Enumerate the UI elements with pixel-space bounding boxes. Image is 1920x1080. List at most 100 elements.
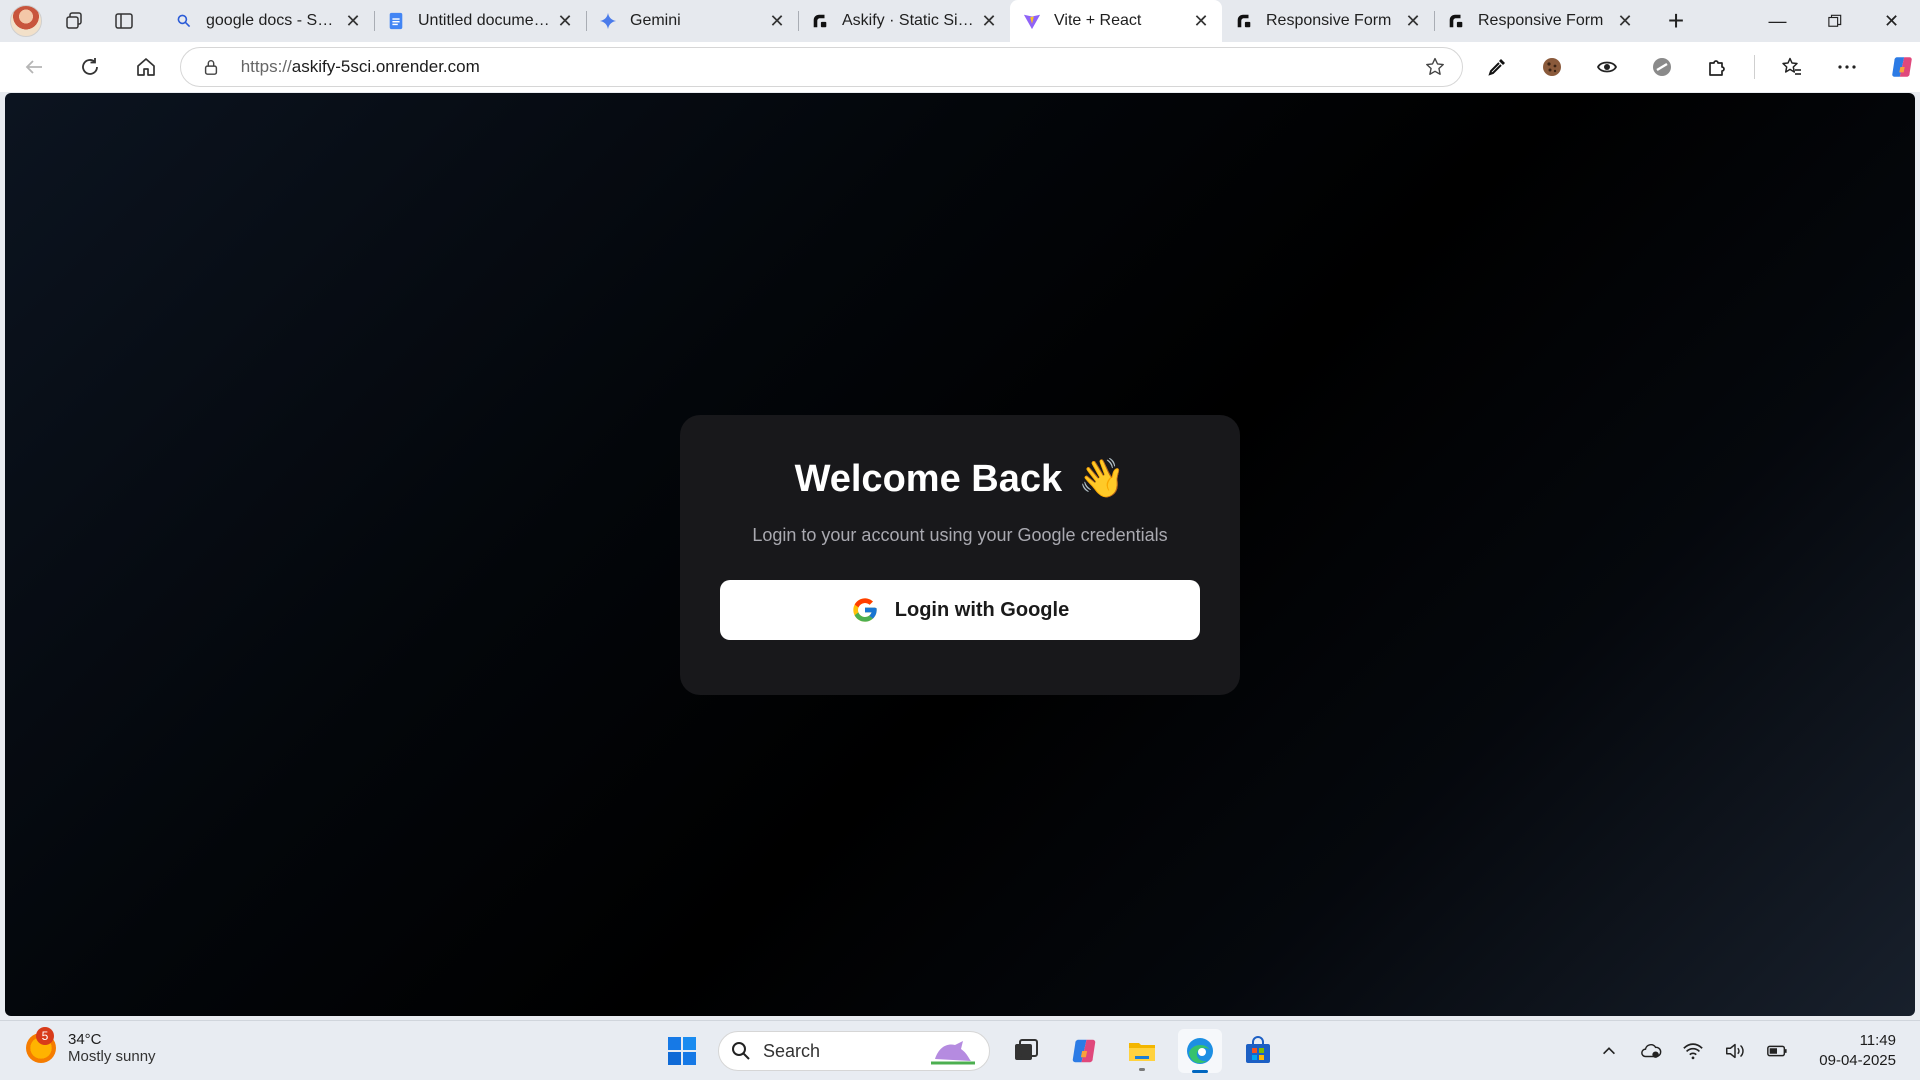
browser-toolbar: https://askify-5sci.onrender.com bbox=[0, 42, 1920, 92]
tab-title: Gemini bbox=[630, 12, 681, 29]
page-viewport: Welcome Back 👋 Login to your account usi… bbox=[5, 93, 1915, 1016]
favorite-star-icon[interactable] bbox=[1422, 54, 1448, 80]
login-button-label: Login with Google bbox=[894, 598, 1070, 621]
gemini-icon bbox=[598, 11, 618, 31]
tab-responsive-form[interactable]: Responsive Form ✕ bbox=[1222, 0, 1434, 42]
weather-temp: 34°C bbox=[68, 1031, 102, 1048]
render-icon bbox=[1446, 11, 1466, 31]
close-icon: ✕ bbox=[1883, 10, 1900, 31]
weather-badge: 5 bbox=[36, 1027, 54, 1045]
login-with-google-button[interactable]: Login with Google bbox=[720, 580, 1200, 640]
tab-vite-react[interactable]: Vite + React ✕ bbox=[1010, 0, 1222, 42]
tab-askify-render[interactable]: Askify · Static Site · Render ✕ bbox=[798, 0, 1010, 42]
refresh-button[interactable] bbox=[68, 47, 112, 87]
favorites-icon bbox=[1782, 57, 1801, 75]
tab-responsive-form-2[interactable]: Responsive Form ✕ bbox=[1434, 0, 1646, 42]
workspaces-button[interactable] bbox=[56, 5, 92, 37]
window-controls: — ✕ bbox=[1749, 0, 1920, 42]
clock-date: 09-04-2025 bbox=[1819, 1052, 1896, 1069]
extensions-button[interactable] bbox=[1699, 49, 1735, 85]
tab-untitled-document[interactable]: Untitled document - Google Docs ✕ bbox=[374, 0, 586, 42]
wifi-button[interactable] bbox=[1681, 1039, 1705, 1063]
battery-icon bbox=[1767, 1045, 1787, 1057]
new-tab-button[interactable]: + bbox=[1654, 5, 1698, 37]
tab-google-docs-search[interactable]: google docs - Search ✕ bbox=[162, 0, 374, 42]
onedrive-button[interactable] bbox=[1639, 1039, 1663, 1063]
copilot-button[interactable] bbox=[1884, 49, 1920, 85]
tab-strip-left bbox=[0, 0, 162, 42]
plus-icon: + bbox=[1667, 5, 1685, 36]
show-hidden-icons-button[interactable] bbox=[1597, 1039, 1621, 1063]
start-button[interactable] bbox=[660, 1029, 704, 1073]
battery-button[interactable] bbox=[1765, 1039, 1789, 1063]
volume-button[interactable] bbox=[1723, 1039, 1747, 1063]
close-icon[interactable]: ✕ bbox=[1190, 10, 1212, 32]
favorites-button[interactable] bbox=[1774, 49, 1810, 85]
cookie-icon bbox=[1543, 58, 1561, 76]
file-explorer-app[interactable] bbox=[1120, 1029, 1164, 1073]
lock-icon[interactable] bbox=[199, 55, 223, 79]
url-text[interactable]: https://askify-5sci.onrender.com bbox=[241, 57, 1422, 77]
cookie-extension[interactable] bbox=[1534, 49, 1570, 85]
browser-tab-strip: google docs - Search ✕ Untitled document… bbox=[0, 0, 1920, 42]
copilot-icon bbox=[1892, 57, 1912, 77]
weather-widget[interactable]: 5 34°C Mostly sunny bbox=[26, 1027, 156, 1065]
close-icon[interactable]: ✕ bbox=[1402, 10, 1424, 32]
address-bar[interactable]: https://askify-5sci.onrender.com bbox=[179, 47, 1463, 87]
system-tray: 11:49 09-04-2025 bbox=[1597, 1031, 1896, 1071]
copilot-app[interactable] bbox=[1062, 1029, 1106, 1073]
tab-gemini[interactable]: Gemini ✕ bbox=[586, 0, 798, 42]
close-icon[interactable]: ✕ bbox=[766, 10, 788, 32]
search-icon bbox=[732, 1042, 750, 1060]
close-icon[interactable]: ✕ bbox=[978, 10, 1000, 32]
tab-list: google docs - Search ✕ Untitled document… bbox=[162, 0, 1646, 42]
task-view-button[interactable] bbox=[1004, 1029, 1048, 1073]
close-icon[interactable]: ✕ bbox=[342, 10, 364, 32]
settings-menu-button[interactable] bbox=[1829, 49, 1865, 85]
tab-actions-button[interactable] bbox=[106, 5, 142, 37]
microsoft-store-app[interactable] bbox=[1236, 1029, 1280, 1073]
chevron-up-icon bbox=[1603, 1047, 1616, 1055]
system-clock[interactable]: 11:49 09-04-2025 bbox=[1819, 1031, 1896, 1071]
copilot-icon bbox=[1072, 1039, 1096, 1063]
close-icon[interactable]: ✕ bbox=[554, 10, 576, 32]
tab-title: Untitled document - Google Docs bbox=[418, 12, 554, 29]
restore-button[interactable] bbox=[1806, 0, 1863, 42]
tab-title: Askify · Static Site · Render bbox=[842, 12, 978, 29]
store-icon bbox=[1246, 1036, 1270, 1063]
back-arrow-icon bbox=[25, 60, 42, 74]
close-icon[interactable]: ✕ bbox=[1614, 10, 1636, 32]
toolbar-separator bbox=[1754, 55, 1755, 79]
weather-text: 34°C Mostly sunny bbox=[68, 1031, 156, 1065]
minimize-button[interactable]: — bbox=[1749, 0, 1806, 42]
render-icon bbox=[810, 11, 830, 31]
waving-hand-icon: 👋 bbox=[1078, 458, 1126, 500]
close-window-button[interactable]: ✕ bbox=[1863, 0, 1920, 42]
docs-icon bbox=[386, 11, 406, 31]
weather-condition: Mostly sunny bbox=[68, 1048, 156, 1065]
url-scheme: https:// bbox=[240, 57, 292, 76]
minimize-icon: — bbox=[1768, 10, 1787, 31]
workspaces-icon bbox=[66, 12, 82, 29]
reader-extension[interactable] bbox=[1589, 49, 1625, 85]
back-button[interactable] bbox=[12, 47, 56, 87]
home-button[interactable] bbox=[124, 47, 168, 87]
wifi-icon bbox=[1683, 1043, 1704, 1060]
profile-avatar[interactable] bbox=[10, 5, 42, 37]
blocker-extension[interactable] bbox=[1644, 49, 1680, 85]
toolbar-extensions bbox=[1479, 49, 1920, 85]
edge-browser-app[interactable] bbox=[1178, 1029, 1222, 1073]
eyedropper-icon bbox=[1488, 59, 1505, 76]
tab-title: Responsive Form bbox=[1266, 12, 1392, 29]
puzzle-icon bbox=[1709, 60, 1725, 76]
taskbar-search[interactable]: Search bbox=[718, 1031, 990, 1071]
render-icon bbox=[1234, 11, 1254, 31]
color-picker-extension[interactable] bbox=[1479, 49, 1515, 85]
windows-taskbar: 5 34°C Mostly sunny Search 11:49 09-04-2… bbox=[0, 1020, 1920, 1080]
windows-logo-icon bbox=[668, 1037, 696, 1065]
login-title-text: Welcome Back bbox=[794, 457, 1063, 500]
task-view-icon bbox=[1015, 1039, 1038, 1060]
google-logo-icon bbox=[853, 598, 877, 622]
speaker-icon bbox=[1726, 1043, 1744, 1059]
url-host: askify-5sci.onrender.com bbox=[291, 57, 480, 76]
